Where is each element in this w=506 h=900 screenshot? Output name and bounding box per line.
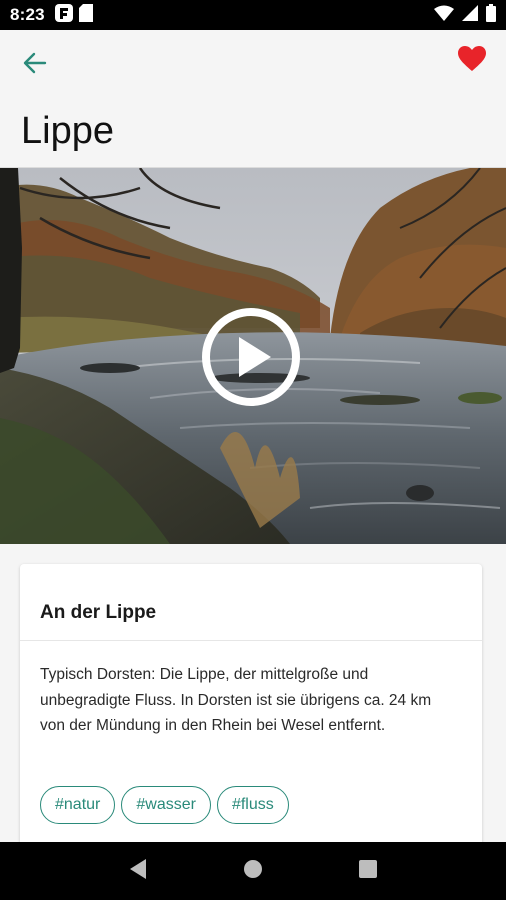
tag-list: #natur #wasser #fluss — [40, 786, 289, 824]
play-button[interactable] — [201, 307, 301, 407]
system-nav-bar — [0, 842, 506, 900]
back-triangle-icon — [128, 858, 148, 885]
sd-card-icon — [78, 3, 93, 27]
card-title: An der Lippe — [40, 602, 157, 623]
nav-back-button[interactable] — [118, 851, 158, 891]
wifi-icon — [434, 5, 454, 26]
arrow-left-icon — [23, 52, 47, 79]
card-description: Typisch Dorsten: Die Lippe, der mittelgr… — [40, 666, 432, 734]
nav-recents-button[interactable] — [348, 851, 388, 891]
content-area: An der Lippe Typisch Dorsten: Die Lippe,… — [0, 544, 506, 864]
play-circle-icon — [201, 308, 301, 411]
back-button[interactable] — [18, 52, 52, 78]
status-time: 8:23 — [10, 5, 45, 24]
info-card: An der Lippe Typisch Dorsten: Die Lippe,… — [20, 564, 482, 864]
tag-chip[interactable]: #wasser — [121, 786, 211, 824]
card-divider — [20, 640, 482, 641]
nav-home-button[interactable] — [233, 851, 273, 891]
status-bar: 8:23 — [0, 0, 506, 30]
tag-chip[interactable]: #natur — [40, 786, 116, 824]
heart-filled-icon — [458, 45, 486, 77]
signal-icon — [462, 4, 478, 26]
app-bar: Lippe — [0, 30, 506, 168]
status-left-icons — [54, 3, 93, 27]
battery-icon — [486, 3, 496, 27]
flipboard-icon — [54, 3, 73, 27]
status-right-icons — [434, 3, 496, 27]
hero-video-thumbnail[interactable] — [0, 168, 506, 544]
favorite-button[interactable] — [456, 45, 488, 77]
page-title: Lippe — [21, 110, 114, 152]
tag-chip[interactable]: #fluss — [216, 786, 289, 824]
phone-screen: 8:23 Lippe An der Lippe Typisch Dorsten:… — [0, 0, 506, 900]
home-circle-icon — [243, 859, 263, 884]
recents-square-icon — [358, 859, 378, 884]
